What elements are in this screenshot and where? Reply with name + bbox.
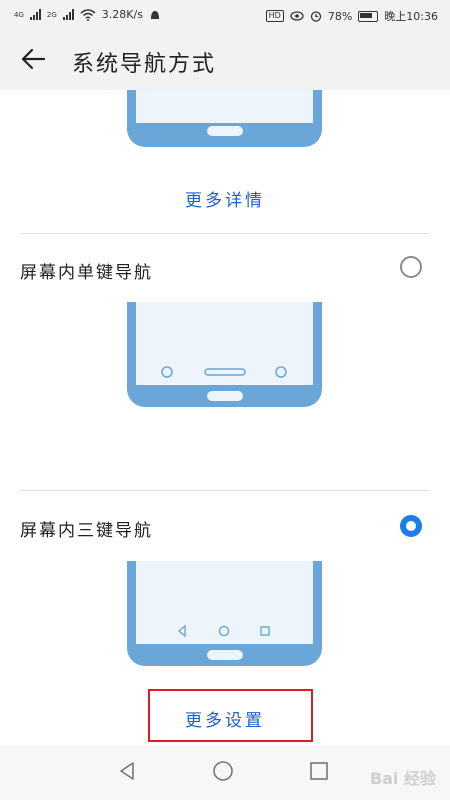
battery-percent: 78% (327, 9, 353, 23)
recents-square-icon[interactable] (308, 760, 330, 782)
status-bar: 4G 2G 3.28K/s HD 78% 晚上10:36 (0, 0, 450, 30)
more-details-link[interactable]: 更多详情 (0, 186, 450, 211)
page-title: 系统导航方式 (72, 52, 217, 77)
preview-key-icons (161, 366, 287, 378)
net-speed: 3.28K/s (101, 8, 143, 21)
gesture-nav-preview (127, 90, 322, 147)
status-left: 4G 2G 3.28K/s (14, 8, 161, 21)
back-triangle-icon[interactable] (116, 760, 138, 782)
app-bar: 系统导航方式 (0, 30, 450, 90)
divider (20, 233, 430, 234)
notification-app-icon (150, 10, 159, 19)
home-circle-icon[interactable] (212, 760, 234, 782)
option-single-key-label[interactable]: 屏幕内单键导航 (20, 258, 153, 283)
sim2-type: 2G (46, 10, 57, 19)
back-arrow-icon[interactable] (18, 44, 48, 74)
clock: 晚上10:36 (384, 10, 438, 23)
option-three-key-label[interactable]: 屏幕内三键导航 (20, 516, 153, 541)
option-single-key-radio[interactable] (400, 256, 422, 278)
single-key-preview (127, 302, 322, 407)
preview-screen (136, 90, 313, 123)
preview-key-icons (177, 624, 270, 638)
battery-icon (358, 10, 379, 22)
home-indicator (207, 650, 243, 660)
sim1-signal-icon (29, 9, 41, 20)
sim1-type: 4G (14, 10, 24, 19)
annotation-highlight-box (148, 689, 313, 742)
divider (20, 490, 430, 491)
wifi-icon (80, 8, 96, 21)
option-three-key-radio[interactable] (400, 515, 422, 537)
system-nav-bar: Bai 经验 (0, 745, 450, 800)
sim2-signal-icon (62, 9, 74, 20)
home-indicator (207, 126, 243, 136)
watermark-text: Bai 经验 (369, 769, 436, 788)
three-key-preview (127, 561, 322, 666)
home-indicator (207, 391, 243, 401)
hd-badge: HD (265, 10, 284, 22)
status-right: HD 78% 晚上10:36 (265, 8, 438, 24)
alarm-icon (310, 11, 321, 22)
eye-icon (290, 11, 304, 21)
